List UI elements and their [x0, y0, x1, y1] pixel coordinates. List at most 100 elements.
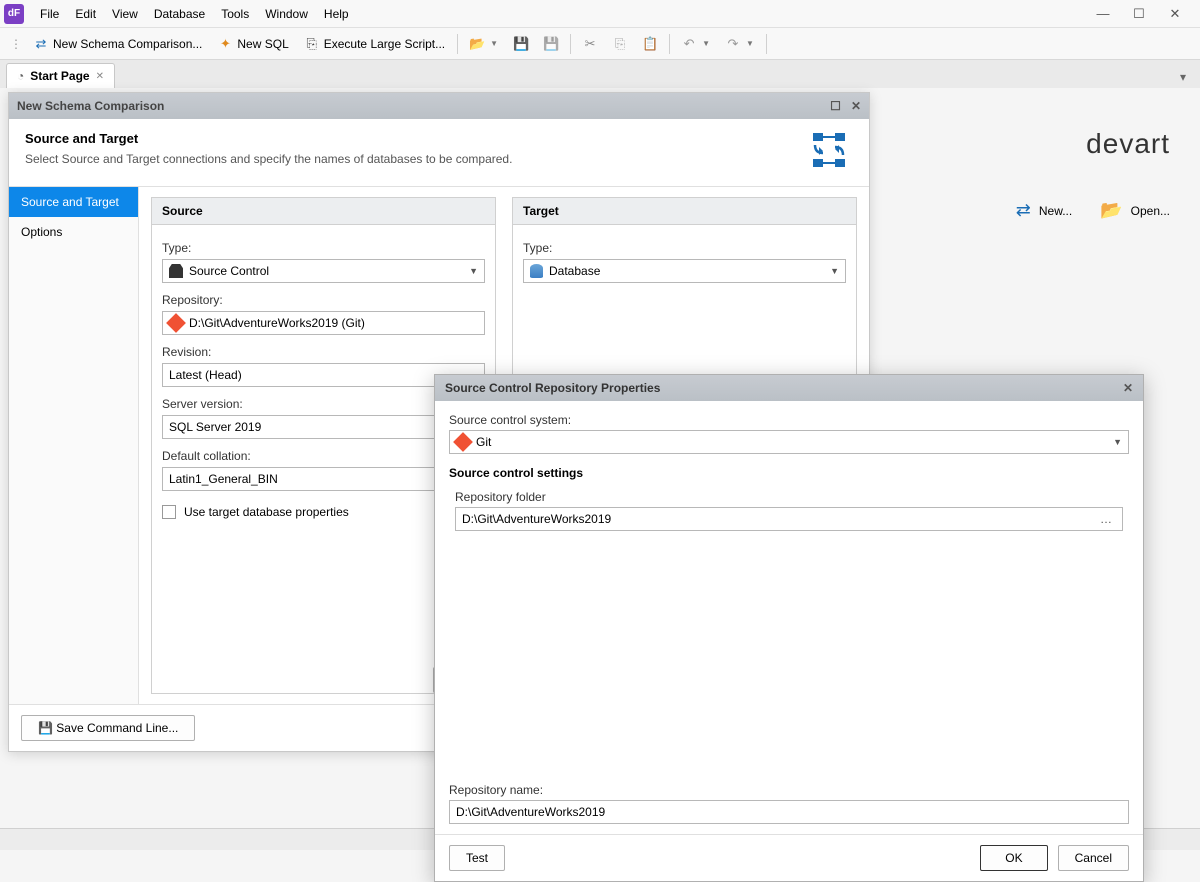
menu-window[interactable]: Window: [257, 3, 316, 25]
source-type-select[interactable]: Source Control ▼: [162, 259, 485, 283]
toolbar-separator: [570, 34, 571, 54]
open-icon: 📂: [470, 37, 484, 51]
target-panel-title: Target: [513, 198, 856, 225]
server-version-value: SQL Server 2019: [169, 420, 261, 434]
exec-script-label: Execute Large Script...: [324, 37, 445, 51]
brand-logo: devart: [910, 128, 1170, 160]
use-target-label: Use target database properties: [184, 505, 349, 519]
new-comparison-action[interactable]: ⇄ New...: [1016, 200, 1072, 221]
browse-button[interactable]: …: [1096, 512, 1116, 526]
git-icon: [453, 432, 473, 452]
scs-value: Git: [476, 435, 491, 449]
save-command-line-button[interactable]: 💾 Save Command Line...: [21, 715, 195, 741]
modal-title: Source Control Repository Properties: [445, 381, 660, 395]
source-control-icon: [169, 264, 183, 278]
cut-button[interactable]: ✂: [577, 34, 603, 54]
undo-icon: ↶: [682, 37, 696, 51]
execute-large-script-button[interactable]: ⎘ Execute Large Script...: [299, 34, 451, 54]
chevron-down-icon[interactable]: ▼: [830, 266, 839, 276]
menu-database[interactable]: Database: [146, 3, 213, 25]
paste-button[interactable]: 📋: [637, 34, 663, 54]
nav-options[interactable]: Options: [9, 217, 138, 247]
new-sql-label: New SQL: [237, 37, 288, 51]
menu-edit[interactable]: Edit: [67, 3, 104, 25]
repository-value: D:\Git\AdventureWorks2019 (Git): [189, 316, 365, 330]
test-button[interactable]: Test: [449, 845, 505, 871]
schema-compare-illustration-icon: [805, 131, 853, 174]
open-label: Open...: [1131, 204, 1170, 218]
maximize-button[interactable]: ☐: [1130, 6, 1148, 22]
tab-strip: ◔ Start Page ✕ ▾: [0, 60, 1200, 88]
save-icon: 💾: [38, 721, 53, 735]
target-type-select[interactable]: Database ▼: [523, 259, 846, 283]
compare-icon: ⇄: [1016, 200, 1031, 221]
new-label: New...: [1039, 204, 1072, 218]
menu-tools[interactable]: Tools: [213, 3, 257, 25]
save-button[interactable]: 💾: [508, 34, 534, 54]
dropdown-icon[interactable]: ▼: [746, 39, 754, 48]
repo-folder-label: Repository folder: [455, 490, 1129, 504]
save-all-button[interactable]: 💾: [538, 34, 564, 54]
source-panel-title: Source: [152, 198, 495, 225]
dialog-title: New Schema Comparison: [17, 99, 164, 113]
dropdown-icon[interactable]: ▼: [702, 39, 710, 48]
redo-button[interactable]: ↷▼: [720, 34, 760, 54]
checkbox-box[interactable]: [162, 505, 176, 519]
dialog-titlebar: New Schema Comparison ☐ ✕: [9, 93, 869, 119]
source-type-label: Type:: [162, 241, 485, 255]
repository-select[interactable]: D:\Git\AdventureWorks2019 (Git): [162, 311, 485, 335]
minimize-button[interactable]: —: [1094, 6, 1112, 22]
database-icon: [530, 264, 543, 278]
cut-icon: ✂: [583, 37, 597, 51]
copy-button[interactable]: ⎘: [607, 34, 633, 54]
modal-close-icon[interactable]: ✕: [1123, 381, 1133, 395]
chevron-down-icon[interactable]: ▼: [1113, 437, 1122, 447]
header-title: Source and Target: [25, 131, 512, 146]
ok-button[interactable]: OK: [980, 845, 1047, 871]
new-schema-comparison-button[interactable]: ⇄ New Schema Comparison...: [28, 34, 208, 54]
app-icon: dF: [4, 4, 24, 24]
nav-source-and-target[interactable]: Source and Target: [9, 187, 138, 217]
schema-compare-icon: ⇄: [34, 37, 48, 51]
tab-icon: ◔: [17, 69, 24, 83]
paste-icon: 📋: [643, 37, 657, 51]
chevron-down-icon[interactable]: ▼: [469, 266, 478, 276]
collation-value: Latin1_General_BIN: [169, 472, 278, 486]
revision-value: Latest (Head): [169, 368, 242, 382]
menu-file[interactable]: File: [32, 3, 67, 25]
revision-label: Revision:: [162, 345, 485, 359]
dialog-header: Source and Target Select Source and Targ…: [9, 119, 869, 187]
tab-label: Start Page: [30, 69, 89, 83]
repo-name-input[interactable]: [456, 805, 1122, 819]
toolbar-separator: [766, 34, 767, 54]
dialog-maximize-icon[interactable]: ☐: [830, 99, 841, 113]
toolbar-separator: [457, 34, 458, 54]
tab-start-page[interactable]: ◔ Start Page ✕: [6, 63, 115, 88]
source-control-system-select[interactable]: Git ▼: [449, 430, 1129, 454]
modal-footer: Test OK Cancel: [435, 834, 1143, 881]
scs-label: Source control system:: [449, 413, 1129, 427]
repo-name-input-row: [449, 800, 1129, 824]
save-all-icon: 💾: [544, 37, 558, 51]
dialog-close-icon[interactable]: ✕: [851, 99, 861, 113]
cancel-button[interactable]: Cancel: [1058, 845, 1129, 871]
repo-folder-input[interactable]: [462, 512, 1096, 526]
menu-help[interactable]: Help: [316, 3, 357, 25]
wizard-nav: Source and Target Options: [9, 187, 139, 704]
sql-icon: ✦: [218, 37, 232, 51]
dropdown-icon[interactable]: ▼: [490, 39, 498, 48]
new-sql-button[interactable]: ✦ New SQL: [212, 34, 294, 54]
folder-icon: 📂: [1100, 200, 1122, 221]
save-cmd-label: Save Command Line...: [56, 721, 178, 735]
tab-close-icon[interactable]: ✕: [96, 71, 104, 82]
toolbar: ⋮ ⇄ New Schema Comparison... ✦ New SQL ⎘…: [0, 28, 1200, 60]
start-page-panel: devart ⇄ New... 📂 Open...: [880, 88, 1200, 261]
open-button[interactable]: 📂▼: [464, 34, 504, 54]
close-button[interactable]: ✕: [1166, 6, 1184, 22]
menu-view[interactable]: View: [104, 3, 146, 25]
open-action[interactable]: 📂 Open...: [1100, 200, 1170, 221]
repo-folder-input-row: …: [455, 507, 1123, 531]
save-icon: 💾: [514, 37, 528, 51]
undo-button[interactable]: ↶▼: [676, 34, 716, 54]
tab-overflow-button[interactable]: ▾: [1172, 66, 1194, 88]
